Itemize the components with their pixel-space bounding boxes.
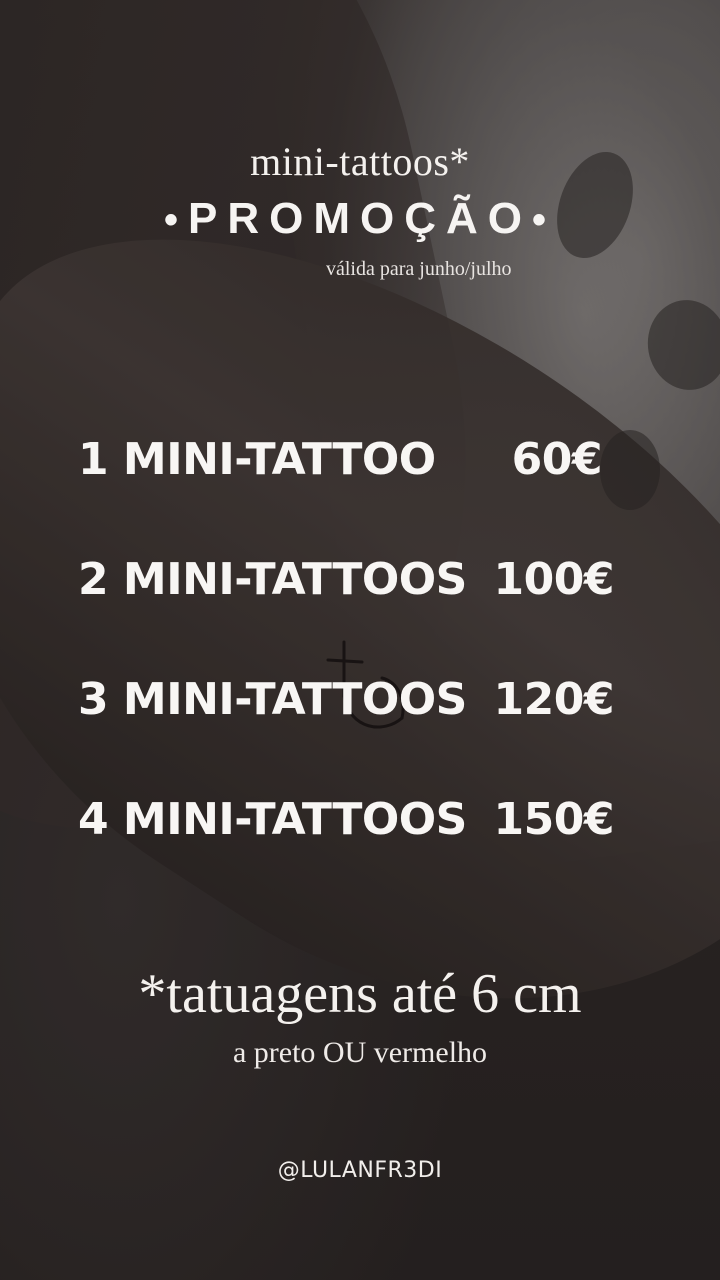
bullet-icon: •: [163, 198, 188, 242]
page-title: mini-tattoos*: [250, 139, 470, 184]
price-row: 4 MINI-TATTOOS 150€: [0, 794, 720, 854]
price-value: 60€: [511, 434, 603, 485]
price-row: 3 MINI-TATTOOS 120€: [0, 674, 720, 734]
size-footnote: *tatuagens até 6 cm: [138, 963, 582, 1025]
bullet-icon: •: [532, 198, 557, 242]
price-value: 120€: [493, 674, 615, 725]
price-item-label: 1 MINI-TATTOO: [78, 434, 436, 485]
price-item-label: 4 MINI-TATTOOS: [78, 794, 467, 845]
instagram-handle: @LULANFR3DI: [277, 1158, 443, 1183]
promo-card: mini-tattoos* •PROMOÇÃO• válida para jun…: [0, 0, 720, 1280]
price-value: 100€: [493, 554, 615, 605]
price-item-label: 3 MINI-TATTOOS: [78, 674, 467, 725]
price-row: 2 MINI-TATTOOS 100€: [0, 554, 720, 614]
promo-label: PROMOÇÃO: [188, 194, 532, 243]
validity-note: válida para junho/julho: [326, 258, 512, 280]
price-value: 150€: [493, 794, 615, 845]
price-item-label: 2 MINI-TATTOOS: [78, 554, 467, 605]
price-row: 1 MINI-TATTOO 60€: [0, 434, 720, 494]
color-footnote: a preto OU vermelho: [232, 1036, 488, 1069]
promo-heading: •PROMOÇÃO•: [0, 194, 720, 244]
